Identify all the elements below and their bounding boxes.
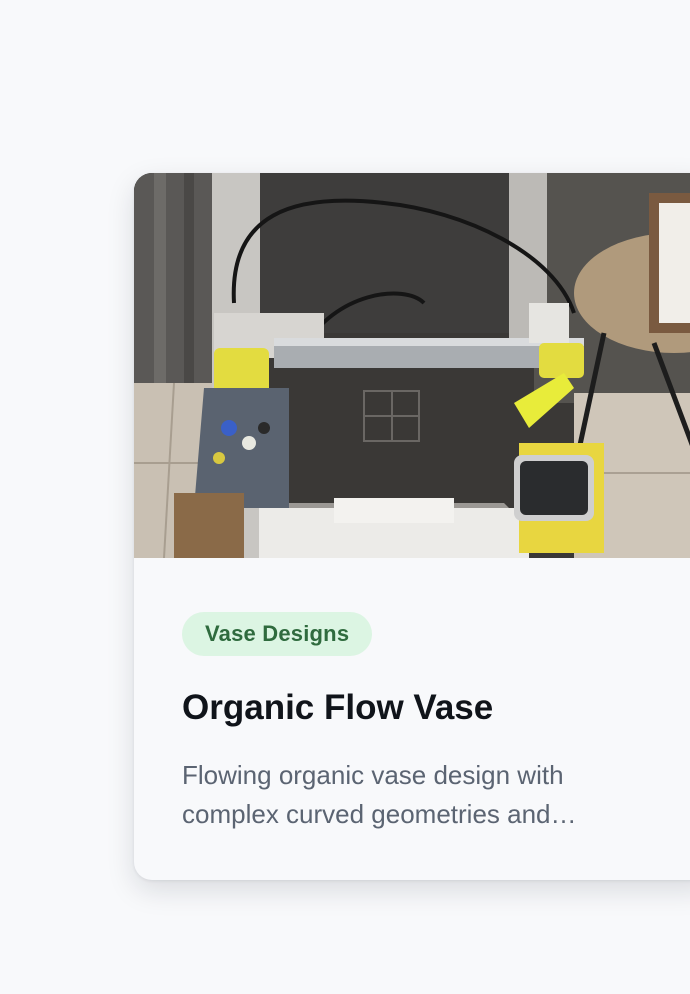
card-title[interactable]: Organic Flow Vase	[182, 686, 662, 730]
card-body: Vase Designs Organic Flow Vase Flowing o…	[182, 612, 662, 834]
project-card[interactable]: Vase Designs Organic Flow Vase Flowing o…	[134, 173, 690, 880]
card-description: Flowing organic vase design with complex…	[182, 760, 577, 829]
category-tag[interactable]: Vase Designs	[182, 612, 373, 656]
page: Vase Designs Organic Flow Vase Flowing o…	[0, 0, 690, 994]
printer-photo-image	[134, 173, 690, 558]
card-image	[134, 173, 690, 558]
